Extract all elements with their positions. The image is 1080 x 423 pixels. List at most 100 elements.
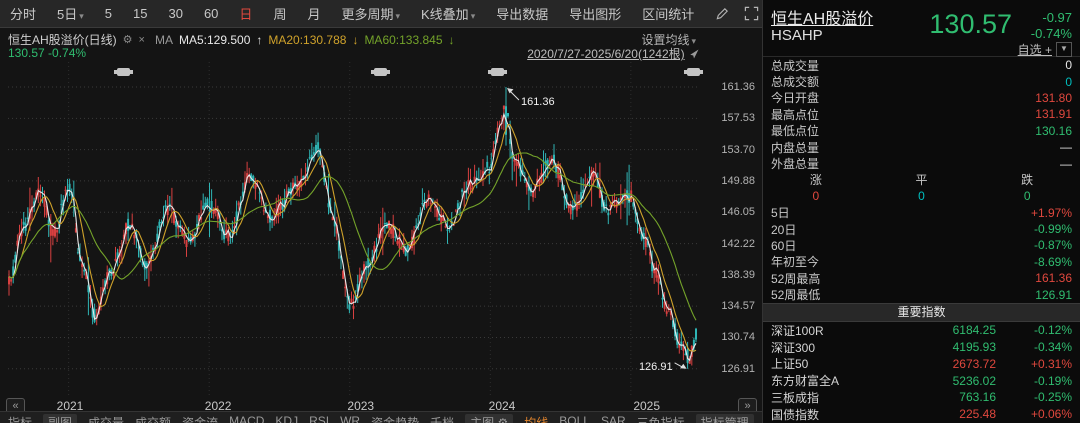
toolbar-item-60[interactable]: 60 xyxy=(204,6,218,21)
stat-label: 最高点位 xyxy=(771,106,819,123)
index-value: 5236.02 xyxy=(896,374,996,388)
updown-value-row: 000 xyxy=(763,188,1080,204)
chevron-down-icon: ▾ xyxy=(79,11,84,21)
toolbar-item-区间统计[interactable]: 区间统计 xyxy=(642,4,694,23)
index-row-深证100R[interactable]: 深证100R6184.25-0.12% xyxy=(763,322,1080,339)
stat-row: 最低点位 130.16 xyxy=(763,123,1080,139)
watchlist-row: 自选 + ▼ xyxy=(1018,41,1072,58)
indicator-资金趋势[interactable]: 资金趋势 xyxy=(371,414,419,423)
index-row-深证300[interactable]: 深证3004195.93-0.34% xyxy=(763,339,1080,356)
indicator-成交额[interactable]: 成交额 xyxy=(135,414,171,423)
stat-label: 总成交额 xyxy=(771,73,819,90)
indicator-副图[interactable]: 副图 xyxy=(43,414,77,423)
stat-row: 总成交额 0 xyxy=(763,73,1080,89)
updown-header-row: 涨平跌 xyxy=(763,172,1080,188)
important-indices-tab[interactable]: 重要指数 xyxy=(763,303,1080,322)
close-icon[interactable]: × xyxy=(139,34,145,46)
date-range-row: 2020/7/27-2025/6/20(1242根) xyxy=(0,45,700,62)
date-range-link[interactable]: 2020/7/27-2025/6/20(1242根) xyxy=(527,47,684,61)
camera-marker-icon[interactable] xyxy=(687,68,700,76)
stat-label: 总成交量 xyxy=(771,57,819,74)
indicator-资金流[interactable]: 资金流 xyxy=(182,414,218,423)
indicator-主图 ⚙[interactable]: 主图 ⚙ xyxy=(465,414,513,423)
stat-value: 0 xyxy=(1065,58,1072,72)
stat-value: — xyxy=(1060,140,1072,154)
stat-label: 外盘总量 xyxy=(771,155,819,172)
indicator-指标[interactable]: 指标 xyxy=(8,414,32,423)
toolbar-item-15[interactable]: 15 xyxy=(133,6,147,21)
stat-value: 131.80 xyxy=(1035,91,1072,105)
index-row-三板成指[interactable]: 三板成指763.16-0.25% xyxy=(763,389,1080,406)
perf-row: 5日+1.97% xyxy=(763,205,1080,221)
candlestick-plot[interactable]: 161.36126.91 xyxy=(8,62,697,395)
index-change-percent: -0.12% xyxy=(996,323,1072,337)
indicator-BOLL[interactable]: BOLL xyxy=(559,414,590,423)
index-row-东方财富全A[interactable]: 东方财富全A5236.02-0.19% xyxy=(763,372,1080,389)
indicator-成交量[interactable]: 成交量 xyxy=(88,414,124,423)
quote-panel: 恒生AH股溢价 HSAHP 130.57 -0.97 -0.74% 自选 + ▼… xyxy=(762,0,1080,423)
y-axis-tick: 134.57 xyxy=(703,300,755,312)
stat-value: 130.16 xyxy=(1035,124,1072,138)
y-axis-tick: 146.05 xyxy=(703,206,755,218)
index-value: 2673.72 xyxy=(896,357,996,371)
indicator-KDJ[interactable]: KDJ xyxy=(275,414,298,423)
indicator-三色指标[interactable]: 三色指标 xyxy=(637,414,685,423)
indicator-千档[interactable]: 千档 xyxy=(430,414,454,423)
perf-label: 52周最高 xyxy=(771,270,820,287)
stat-label: 今日开盘 xyxy=(771,89,819,106)
toolbar-item-导出图形[interactable]: 导出图形 xyxy=(569,4,621,23)
add-watchlist-button[interactable]: 自选 + xyxy=(1018,41,1052,58)
index-change-percent: +0.31% xyxy=(996,357,1072,371)
y-axis-tick: 138.39 xyxy=(703,269,755,281)
fullscreen-icon[interactable] xyxy=(744,6,759,21)
toolbar-item-5[interactable]: 5 xyxy=(105,6,112,21)
index-row-上证50[interactable]: 上证502673.72+0.31% xyxy=(763,355,1080,372)
perf-value: -0.87% xyxy=(1034,238,1072,252)
indicator-RSI[interactable]: RSI xyxy=(309,414,329,423)
indicator-WR[interactable]: WR xyxy=(340,414,360,423)
camera-marker-icon[interactable] xyxy=(491,68,504,76)
index-value: 225.48 xyxy=(896,407,996,421)
toolbar-item-分时[interactable]: 分时 xyxy=(10,4,36,23)
y-axis-tick: 142.22 xyxy=(703,238,755,250)
toolbar-icons xyxy=(715,6,759,21)
index-change-percent: -0.19% xyxy=(996,374,1072,388)
perf-label: 20日 xyxy=(771,221,796,238)
stat-label: 内盘总量 xyxy=(771,139,819,156)
indicator-指标管理[interactable]: 指标管理 xyxy=(696,414,754,423)
perf-value: -0.99% xyxy=(1034,222,1072,236)
instrument-name[interactable]: 恒生AH股溢价 xyxy=(771,5,873,29)
toolbar-item-日[interactable]: 日 xyxy=(239,4,252,23)
index-name: 国债指数 xyxy=(771,406,896,423)
toolbar-item-月[interactable]: 月 xyxy=(307,4,320,23)
draw-pencil-icon[interactable] xyxy=(715,6,730,21)
chevron-down-icon: ▾ xyxy=(471,11,476,21)
indicator-SAR[interactable]: SAR xyxy=(601,414,626,423)
pin-icon[interactable] xyxy=(688,48,700,60)
toolbar-item-5日[interactable]: 5日▾ xyxy=(57,4,84,23)
index-change-percent: -0.25% xyxy=(996,390,1072,404)
index-change-percent: +0.06% xyxy=(996,407,1072,421)
index-change-percent: -0.34% xyxy=(996,340,1072,354)
instrument-code: HSAHP xyxy=(771,27,823,44)
indicator-bar: 指标 副图 成交量 成交额 资金流 MACD KDJ RSI WR 资金趋势 千档 主图 ⚙ 均线 BOL… xyxy=(0,411,762,423)
index-value: 763.16 xyxy=(896,390,996,404)
stat-row: 总成交量 0 xyxy=(763,57,1080,73)
toolbar-item-K线叠加[interactable]: K线叠加▾ xyxy=(421,4,475,23)
toolbar-item-更多周期[interactable]: 更多周期▾ xyxy=(341,4,400,23)
indicator-均线[interactable]: 均线 xyxy=(524,414,548,423)
index-row-国债指数[interactable]: 国债指数225.48+0.06% xyxy=(763,406,1080,423)
camera-marker-icon[interactable] xyxy=(117,68,130,76)
toolbar-item-导出数据[interactable]: 导出数据 xyxy=(496,4,548,23)
watchlist-dropdown[interactable]: ▼ xyxy=(1056,42,1072,57)
y-axis-tick: 126.91 xyxy=(703,363,755,375)
toolbar-item-30[interactable]: 30 xyxy=(168,6,182,21)
camera-marker-icon[interactable] xyxy=(374,68,387,76)
stat-value: 0 xyxy=(1065,75,1072,89)
toolbar-item-周[interactable]: 周 xyxy=(273,4,286,23)
change-percent: -0.74% xyxy=(1031,26,1072,42)
indicator-MACD[interactable]: MACD xyxy=(229,414,264,423)
indices-list: 深证100R6184.25-0.12%深证3004195.93-0.34%上证5… xyxy=(763,322,1080,423)
y-axis-tick: 149.88 xyxy=(703,175,755,187)
stat-label: 最低点位 xyxy=(771,122,819,139)
